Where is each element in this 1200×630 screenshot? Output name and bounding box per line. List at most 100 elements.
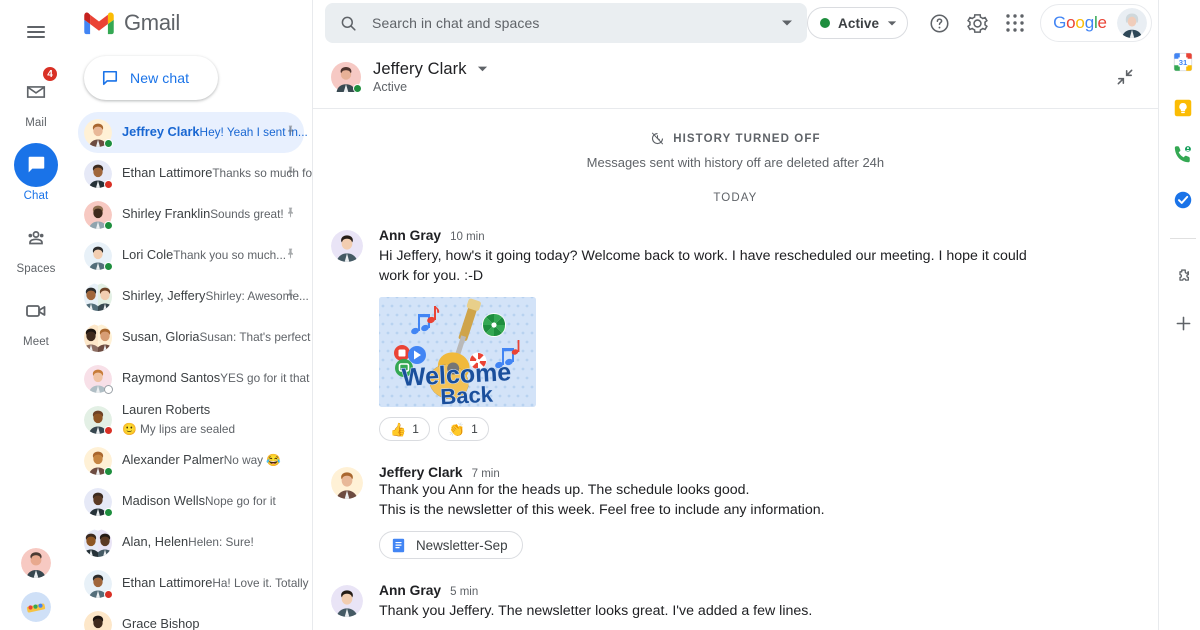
pin-icon[interactable] (284, 165, 298, 183)
collapse-arrows-icon[interactable] (1106, 58, 1144, 96)
message-timestamp: 5 min (450, 586, 478, 598)
plus-icon[interactable] (1171, 311, 1195, 335)
apps-grid-icon[interactable] (996, 4, 1034, 42)
chat-list-item-meta: Ethan LattimoreThanks so much for... (122, 164, 274, 182)
chat-list-item[interactable]: Ethan LattimoreThanks so much for... (78, 153, 304, 194)
chat-conversation-list[interactable]: Jeffrey ClarkHey! Yeah I sent in... Ethan… (72, 104, 312, 630)
chevron-down-icon (887, 18, 897, 28)
chat-list-item[interactable]: Lauren Roberts🙂 My lips are sealed (78, 399, 304, 440)
group-avatar (84, 283, 112, 311)
chat-list-item-name: Shirley, Jeffery (122, 288, 205, 303)
rail-item-mail[interactable]: 4 Mail (0, 70, 72, 129)
chat-list-item[interactable]: Shirley FranklinSounds great! (78, 194, 304, 235)
search-input[interactable]: Search in chat and spaces (325, 3, 807, 43)
chat-list-item[interactable]: Susan, GloriaSusan: That's perfect (78, 317, 304, 358)
gear-icon[interactable] (958, 4, 996, 42)
rail-user-avatar[interactable] (21, 548, 51, 578)
rail-item-spaces[interactable]: Spaces (0, 216, 72, 275)
pin-icon[interactable] (284, 247, 298, 265)
rail-item-chat[interactable]: Chat (0, 143, 72, 202)
message-author: Ann Gray (379, 228, 441, 243)
presence-dot (104, 180, 113, 189)
chat-list-item-snippet: No way 😂 (224, 453, 281, 467)
pin-icon[interactable] (284, 288, 298, 306)
avatar-wrapper (84, 324, 112, 352)
google-tasks-icon[interactable] (1171, 188, 1195, 212)
google-calendar-icon[interactable]: 31 (1171, 50, 1195, 74)
google-keep-icon[interactable] (1171, 96, 1195, 120)
chat-list-item-name: Lori Cole (122, 247, 173, 262)
chat-list-item-snippet: Thank you so much... (173, 248, 286, 262)
group-avatar (84, 529, 112, 557)
chat-bubble-icon (14, 143, 58, 187)
reaction-chip[interactable]: 👏1 (438, 417, 489, 441)
chat-list-item[interactable]: Alexander PalmerNo way 😂 (78, 440, 304, 481)
chat-list-item[interactable]: Jeffrey ClarkHey! Yeah I sent in... (78, 112, 304, 153)
help-question-icon[interactable] (920, 4, 958, 42)
chat-list-item-snippet: Ha! Love it. Totally g... (212, 576, 312, 590)
gmail-m-logo (84, 12, 114, 35)
new-chat-button[interactable]: New chat (84, 56, 218, 100)
avatar-wrapper (84, 119, 112, 147)
google-account-switcher[interactable]: Google (1040, 4, 1152, 42)
rail-item-meet[interactable]: Meet (0, 289, 72, 348)
google-contacts-phone-icon[interactable] (1171, 142, 1195, 166)
chat-list-item-meta: Madison WellsNope go for it (122, 492, 274, 510)
message-header: Ann Gray 10 min (379, 228, 1140, 243)
hamburger-icon[interactable] (16, 12, 56, 52)
rail-status-mini-avatar[interactable] (21, 592, 51, 622)
avatar-wrapper (84, 611, 112, 630)
chat-list-item-meta: Lori ColeThank you so much... (122, 246, 274, 264)
status-badge[interactable]: Active (807, 7, 908, 39)
chevron-down-icon[interactable] (477, 61, 488, 79)
avatar (331, 230, 363, 262)
chat-list-item[interactable]: Ethan LattimoreHa! Love it. Totally g... (78, 563, 304, 604)
google-docs-icon (390, 537, 407, 554)
account-avatar[interactable] (1117, 8, 1147, 38)
message-author: Jeffery Clark (379, 465, 463, 480)
avatar-wrapper (84, 447, 112, 475)
chat-list-item-meta: Susan, GloriaSusan: That's perfect (122, 328, 274, 346)
message-text: This is the newsletter of this week. Fee… (379, 500, 1059, 520)
chat-list-item-name: Alexander Palmer (122, 452, 224, 467)
chat-list-item-name: Shirley Franklin (122, 206, 210, 221)
message-list: Ann Gray10 minHi Jeffery, how's it going… (313, 228, 1158, 621)
rail-label-spaces: Spaces (17, 263, 56, 275)
chevron-down-icon[interactable] (781, 17, 793, 29)
chat-list-item-meta: Raymond SantosYES go for it that wo... (122, 369, 274, 387)
presence-dot (104, 385, 113, 394)
chat-list-item[interactable]: Madison WellsNope go for it (78, 481, 304, 522)
pin-icon[interactable] (284, 206, 298, 224)
chat-list-item-snippet: YES go for it that wo... (220, 371, 312, 385)
rail-label-meet: Meet (23, 336, 49, 348)
chat-list-item-name: Ethan Lattimore (122, 165, 212, 180)
attachment-doc-chip[interactable]: Newsletter-Sep (379, 531, 523, 559)
svg-text:31: 31 (1179, 58, 1188, 67)
chat-list-item-meta: Jeffrey ClarkHey! Yeah I sent in... (122, 123, 274, 141)
chat-list-item[interactable]: Lori ColeThank you so much... (78, 235, 304, 276)
marketplace-puzzle-icon[interactable] (1171, 265, 1195, 289)
message-timestamp: 10 min (450, 231, 485, 243)
pin-icon (284, 247, 297, 260)
chat-list-item[interactable]: Alan, HelenHelen: Sure! (78, 522, 304, 563)
pin-icon (284, 165, 297, 178)
welcome-back-gif[interactable]: WelcomeBack (379, 297, 536, 407)
chat-list-item-name: Susan, Gloria (122, 329, 200, 344)
right-side-panel: 31 (1158, 0, 1200, 630)
chat-list-item[interactable]: Grace Bishop (78, 604, 304, 630)
gmail-brand-name: Gmail (124, 10, 180, 36)
pin-icon[interactable] (284, 124, 298, 142)
chat-list-item-name: Grace Bishop (122, 616, 200, 630)
avatar (331, 467, 363, 499)
chat-list-item-name: Ethan Lattimore (122, 575, 212, 590)
presence-dot (353, 84, 362, 93)
google-wordmark: Google (1053, 13, 1107, 33)
message-header: Ann Gray5 min (379, 583, 1140, 598)
message-thread[interactable]: HISTORY TURNED OFF Messages sent with hi… (313, 109, 1158, 630)
reaction-chip[interactable]: 👍1 (379, 417, 430, 441)
chat-list-item-snippet: Susan: That's perfect (200, 330, 311, 344)
chat-list-item[interactable]: Raymond SantosYES go for it that wo... (78, 358, 304, 399)
chat-list-item[interactable]: Shirley, JefferyShirley: Awesome... (78, 276, 304, 317)
spaces-people-icon (14, 216, 58, 260)
pin-icon (284, 124, 297, 137)
